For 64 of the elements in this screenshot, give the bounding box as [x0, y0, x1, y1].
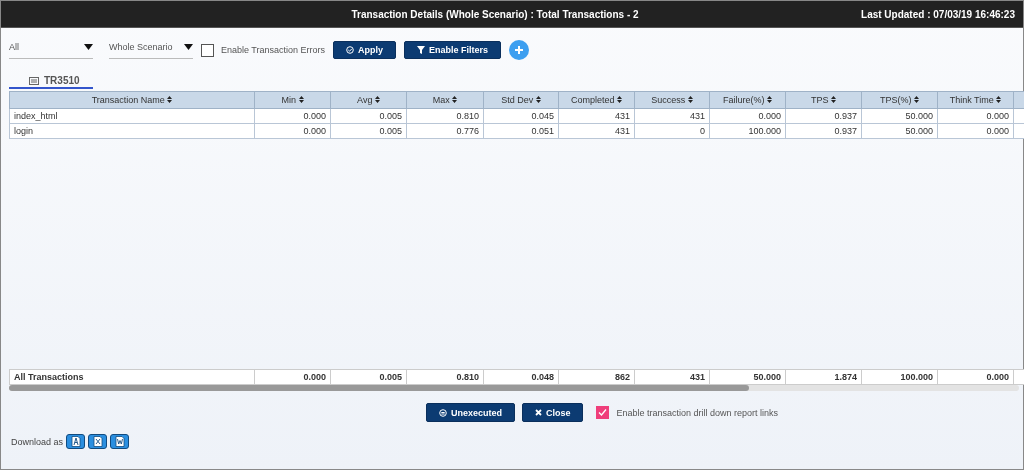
action-button[interactable]: Unexecuted: [425, 403, 515, 422]
column-header[interactable]: Think Time: [937, 91, 1014, 109]
sort-icon: [687, 96, 693, 103]
window-title: Transaction Details (Whole Scenario) : Total Transactions - 2: [350, 8, 640, 20]
table-cell: 0.000: [937, 369, 1014, 385]
download-button[interactable]: [88, 434, 108, 449]
table-cell: 100.000: [861, 369, 938, 385]
tab[interactable]: TR3510: [9, 74, 93, 89]
table-cell: 0.000: [254, 369, 331, 385]
dropdown[interactable]: Whole Scenario: [109, 36, 193, 59]
checkbox[interactable]: [596, 406, 610, 419]
sort-icon: [996, 96, 1002, 103]
checkbox-label: Enable Transaction Errors: [221, 45, 326, 55]
check-icon: [598, 408, 608, 417]
scrollbar[interactable]: [9, 385, 1019, 391]
close-icon: [534, 409, 542, 416]
sort-icon: [452, 96, 458, 103]
document-icon: [70, 436, 81, 447]
sort-icon: [767, 96, 772, 103]
column-header[interactable]: Std Dev: [483, 91, 559, 109]
filter-icon: [417, 46, 426, 54]
column-header[interactable]: TPS(%): [861, 91, 938, 109]
table-cell: 862: [558, 369, 635, 385]
table-cell: 1.874: [785, 369, 862, 385]
table-cell: 431: [634, 369, 710, 385]
dropdown[interactable]: All: [9, 36, 93, 59]
sort-icon: [167, 96, 173, 103]
download-label: Download as: [11, 436, 64, 447]
document-icon: [92, 436, 103, 447]
download-button[interactable]: [66, 434, 86, 449]
sort-icon: [374, 96, 380, 103]
checkbox[interactable]: [201, 43, 214, 57]
column-header[interactable]: Max: [406, 91, 484, 109]
sort-icon: [535, 96, 541, 103]
caret-icon: [184, 44, 193, 50]
sort-icon: [831, 96, 836, 103]
toolbar-button[interactable]: Apply: [333, 41, 397, 59]
table-cell: 0.810: [406, 369, 484, 385]
sort-icon: [617, 96, 622, 103]
checkbox-label: Enable transaction drill down report links: [616, 407, 779, 418]
toolbar-button[interactable]: Enable Filters: [404, 41, 502, 59]
column-header[interactable]: Failure(%): [709, 91, 786, 109]
sort-icon: [914, 96, 919, 103]
sort-icon: [298, 96, 304, 103]
document-icon: [114, 436, 125, 447]
column-header[interactable]: Avg: [330, 91, 407, 109]
add-button[interactable]: [509, 40, 530, 60]
circle-icon: [438, 408, 447, 417]
table-cell: 0.005: [330, 369, 407, 385]
last-updated: Last Updated : 07/03/19 16:46:23: [861, 8, 1015, 20]
column-header[interactable]: Min: [254, 91, 331, 109]
table-cell: All Transactions: [9, 369, 255, 385]
check-circle-icon: [346, 46, 355, 54]
download-button[interactable]: [110, 434, 130, 449]
list-icon: [29, 76, 39, 85]
caret-icon: [84, 44, 93, 50]
column-header[interactable]: Completed: [558, 91, 635, 109]
table-cell: 50.000: [709, 369, 786, 385]
table-cell: 0.048: [483, 369, 559, 385]
column-header[interactable]: Transaction Name: [9, 91, 255, 109]
plus-icon: [514, 45, 525, 55]
column-header[interactable]: Success: [634, 91, 710, 109]
column-header[interactable]: TPS: [785, 91, 862, 109]
action-button[interactable]: Close: [521, 403, 584, 422]
